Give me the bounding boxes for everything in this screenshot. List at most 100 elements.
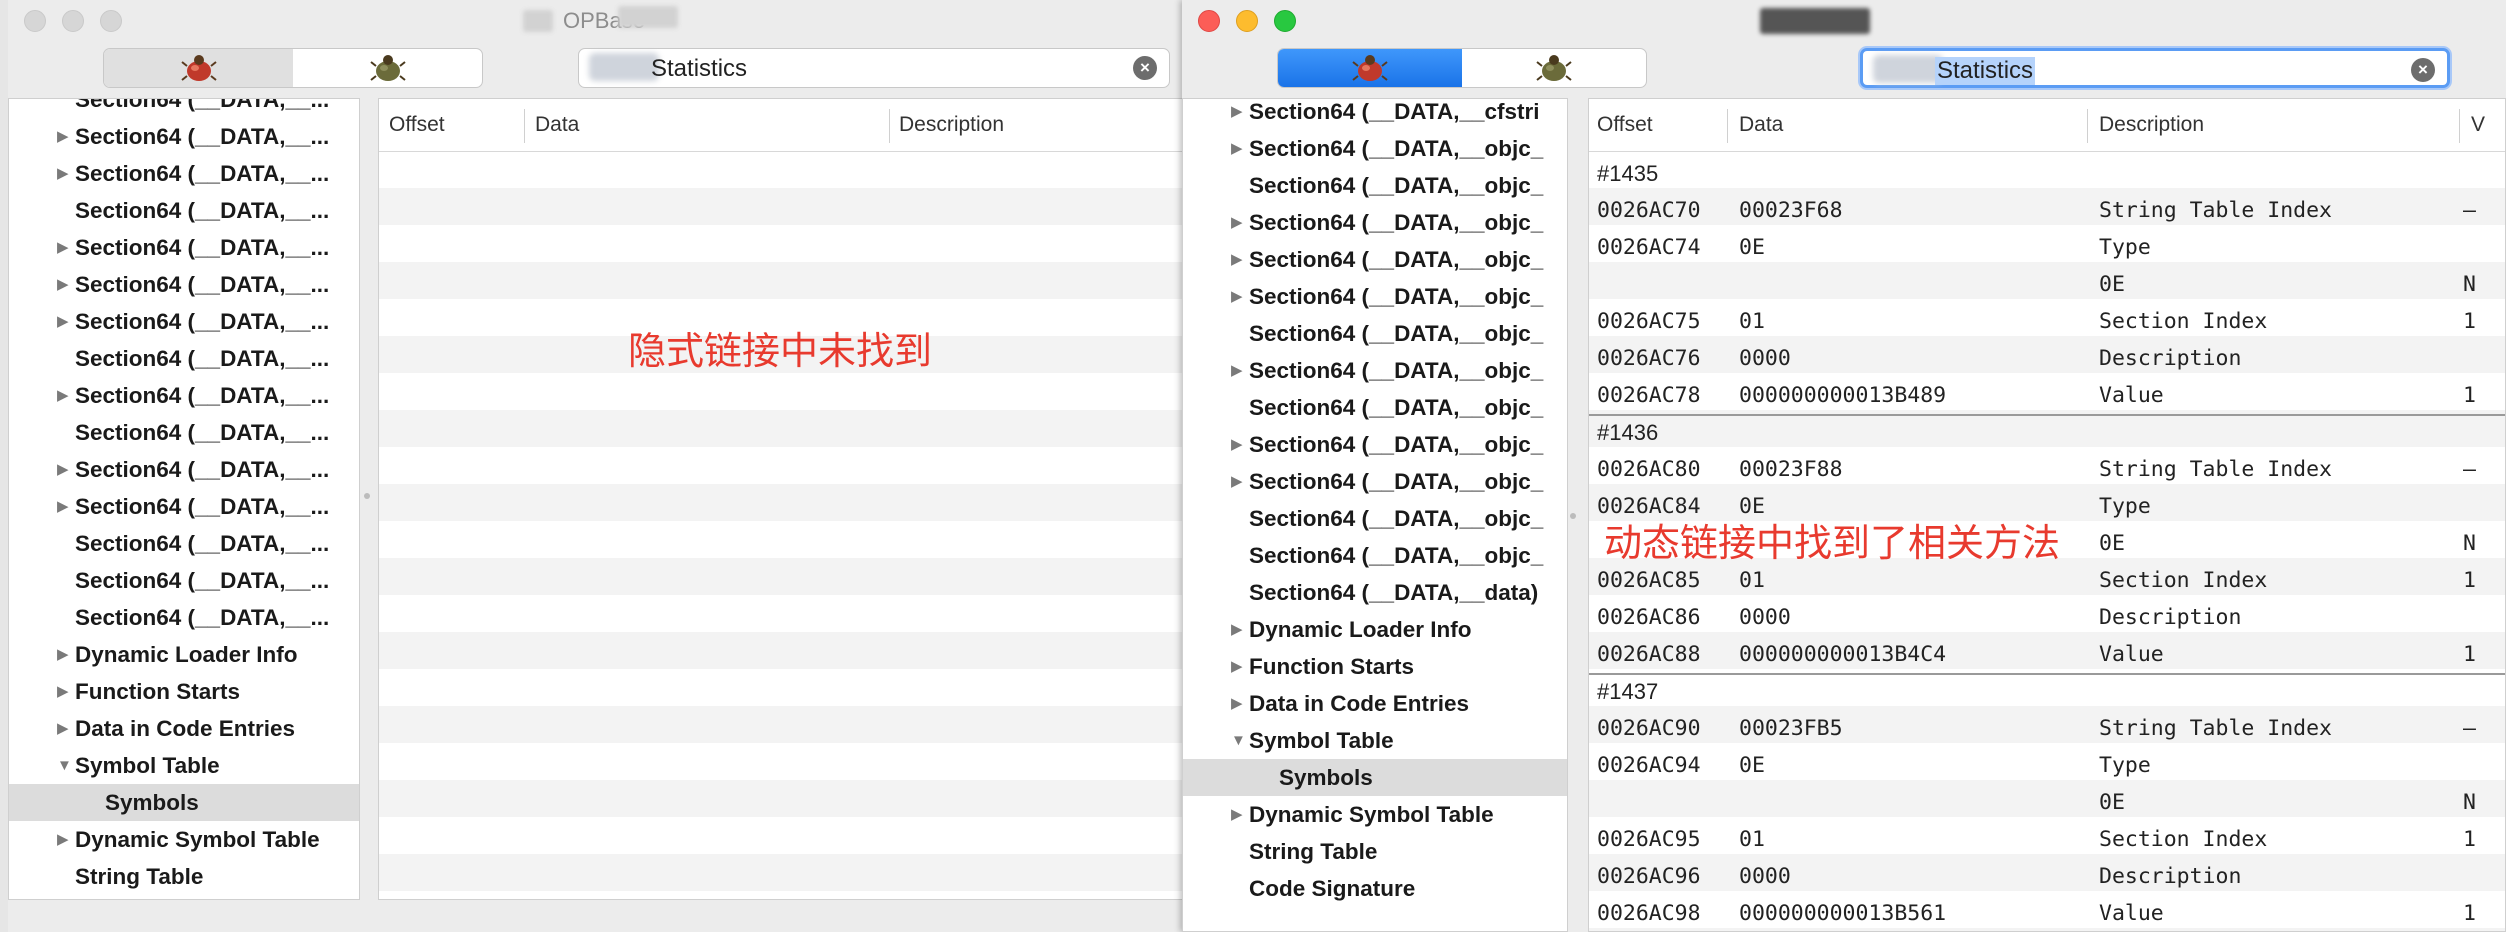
tree-item[interactable]: ▶ Function Starts (1183, 648, 1567, 685)
tree-item[interactable]: ▶ Section64 (__DATA,__... (9, 229, 359, 266)
column-description[interactable]: Description (899, 113, 1004, 137)
table-row[interactable]: 0026AC75 01 Section Index 1 (1589, 303, 2505, 340)
tree-item[interactable]: ▶ Section64 (__DATA,__objc_ (1183, 463, 1567, 500)
tree-item[interactable]: Section64 (__DATA,__objc_ (1183, 167, 1567, 204)
tree-item[interactable]: ▶ Section64 (__DATA,__... (9, 488, 359, 525)
disclosure-closed-icon[interactable]: ▶ (57, 266, 69, 303)
disclosure-closed-icon[interactable]: ▶ (57, 636, 69, 673)
tree-item[interactable]: Section64 (__DATA,__... (9, 192, 359, 229)
tree-item[interactable]: ▶ Section64 (__DATA,__... (9, 155, 359, 192)
disclosure-closed-icon[interactable]: ▶ (57, 710, 69, 747)
column-data[interactable]: Data (1739, 113, 1783, 137)
clear-icon[interactable]: × (1133, 56, 1157, 80)
splitter[interactable] (363, 98, 371, 900)
tree-item[interactable]: Section64 (__DATA,__... (9, 525, 359, 562)
tree-item[interactable]: ▶ Dynamic Symbol Table (1183, 796, 1567, 833)
group-row[interactable]: #1436 (1589, 414, 2505, 451)
tree-item[interactable]: ▶ Section64 (__DATA,__... (9, 451, 359, 488)
tree-item[interactable]: ▼ Symbol Table (1183, 722, 1567, 759)
disclosure-open-icon[interactable]: ▼ (57, 747, 72, 784)
table-row[interactable]: 0E N (1589, 266, 2505, 303)
zoom-button[interactable] (100, 10, 122, 32)
zoom-button[interactable] (1274, 10, 1296, 32)
table-row[interactable]: 0026AC80 00023F88 String Table Index – (1589, 451, 2505, 488)
tree-item[interactable]: ▶ Section64 (__DATA,__objc_ (1183, 278, 1567, 315)
segment-green-bug[interactable] (293, 49, 482, 87)
tree-item[interactable]: Section64 (__DATA,__... (9, 340, 359, 377)
close-button[interactable] (24, 10, 46, 32)
tree-item[interactable]: Section64 (__DATA,__... (9, 599, 359, 636)
disclosure-closed-icon[interactable]: ▶ (57, 118, 69, 155)
group-row[interactable]: #1435 (1589, 155, 2505, 192)
table-row[interactable]: 0026AC74 0E Type (1589, 229, 2505, 266)
column-value[interactable]: V (2471, 113, 2485, 137)
tree-item[interactable]: Section64 (__DATA,__objc_ (1183, 315, 1567, 352)
disclosure-closed-icon[interactable]: ▶ (1231, 648, 1243, 685)
tree-item[interactable]: ▶ Function Starts (9, 673, 359, 710)
table-row[interactable]: 0026AC86 0000 Description (1589, 599, 2505, 636)
tree-item[interactable]: ▶ Section64 (__DATA,__... (9, 266, 359, 303)
disclosure-closed-icon[interactable]: ▶ (1231, 685, 1243, 722)
tree-item[interactable]: ▶ Section64 (__DATA,__objc_ (1183, 352, 1567, 389)
search-field[interactable]: Statistics × (578, 48, 1170, 88)
disclosure-closed-icon[interactable]: ▶ (57, 229, 69, 266)
tree-item[interactable]: String Table (9, 858, 359, 895)
column-description[interactable]: Description (2099, 113, 2204, 137)
table-row[interactable]: 0026AC95 01 Section Index 1 (1589, 821, 2505, 858)
disclosure-closed-icon[interactable]: ▶ (1231, 241, 1243, 278)
close-button[interactable] (1198, 10, 1220, 32)
tree-item[interactable]: ▶ Section64 (__DATA,__objc_ (1183, 241, 1567, 278)
tree-item[interactable]: Section64 (__DATA,__objc_ (1183, 500, 1567, 537)
disclosure-closed-icon[interactable]: ▶ (57, 451, 69, 488)
disclosure-closed-icon[interactable]: ▶ (1231, 796, 1243, 833)
table-row[interactable]: 0026AC70 00023F68 String Table Index – (1589, 192, 2505, 229)
disclosure-closed-icon[interactable]: ▶ (57, 488, 69, 525)
disclosure-open-icon[interactable]: ▼ (1231, 722, 1246, 759)
clear-icon[interactable]: × (2411, 58, 2435, 82)
table-row[interactable]: 0026AC88 000000000013B4C4 Value 1 (1589, 636, 2505, 675)
tree-item[interactable]: Section64 (__DATA,__... (9, 99, 359, 118)
disclosure-closed-icon[interactable]: ▶ (57, 673, 69, 710)
tree-item[interactable]: ▶ Section64 (__DATA,__... (9, 303, 359, 340)
table-row[interactable]: 0026AC76 0000 Description (1589, 340, 2505, 377)
segment-green-bug[interactable] (1462, 49, 1646, 87)
disclosure-closed-icon[interactable]: ▶ (1231, 278, 1243, 315)
table-row[interactable]: 0026AC90 00023FB5 String Table Index – (1589, 710, 2505, 747)
tree-item[interactable]: ▶ Section64 (__DATA,__cfstri (1183, 99, 1567, 130)
tree-item[interactable]: ▶ Section64 (__DATA,__objc_ (1183, 426, 1567, 463)
disclosure-closed-icon[interactable]: ▶ (57, 821, 69, 858)
segment-red-bug[interactable] (1278, 49, 1462, 87)
tree-item[interactable]: Code Signature (1183, 870, 1567, 907)
tree-item[interactable]: Symbols (9, 784, 359, 821)
disclosure-closed-icon[interactable]: ▶ (57, 303, 69, 340)
tree-item[interactable]: String Table (1183, 833, 1567, 870)
minimize-button[interactable] (62, 10, 84, 32)
tree-item[interactable]: ▶ Section64 (__DATA,__objc_ (1183, 130, 1567, 167)
group-row[interactable]: #1437 (1589, 673, 2505, 710)
minimize-button[interactable] (1236, 10, 1258, 32)
tree-item[interactable]: Section64 (__DATA,__... (9, 414, 359, 451)
table-row[interactable]: 0026AC94 0E Type (1589, 747, 2505, 784)
column-offset[interactable]: Offset (1597, 113, 1653, 137)
tree-item[interactable]: ▶ Section64 (__DATA,__... (9, 118, 359, 155)
disclosure-closed-icon[interactable]: ▶ (1231, 99, 1243, 130)
disclosure-closed-icon[interactable]: ▶ (1231, 204, 1243, 241)
tree-item[interactable]: ▶ Dynamic Symbol Table (9, 821, 359, 858)
tree-item[interactable]: ▶ Data in Code Entries (1183, 685, 1567, 722)
column-offset[interactable]: Offset (389, 113, 445, 137)
disclosure-closed-icon[interactable]: ▶ (1231, 463, 1243, 500)
tree-item[interactable]: ▶ Section64 (__DATA,__objc_ (1183, 204, 1567, 241)
tree-item[interactable]: ▶ Section64 (__DATA,__... (9, 377, 359, 414)
tree-item[interactable]: Section64 (__DATA,__objc_ (1183, 537, 1567, 574)
disclosure-closed-icon[interactable]: ▶ (57, 377, 69, 414)
tree-item[interactable]: Section64 (__DATA,__data) (1183, 574, 1567, 611)
tree-item[interactable]: Section64 (__DATA,__... (9, 562, 359, 599)
table-row[interactable]: 0026AC96 0000 Description (1589, 858, 2505, 895)
tree-item[interactable]: ▶ Data in Code Entries (9, 710, 359, 747)
table-row[interactable]: 0026AC78 000000000013B489 Value 1 (1589, 377, 2505, 416)
tree-item[interactable]: ▶ Dynamic Loader Info (1183, 611, 1567, 648)
disclosure-closed-icon[interactable]: ▶ (1231, 426, 1243, 463)
search-field[interactable]: Statistics × (1860, 48, 2450, 88)
tree-item[interactable]: ▼ Symbol Table (9, 747, 359, 784)
tree-item[interactable]: ▶ Dynamic Loader Info (9, 636, 359, 673)
